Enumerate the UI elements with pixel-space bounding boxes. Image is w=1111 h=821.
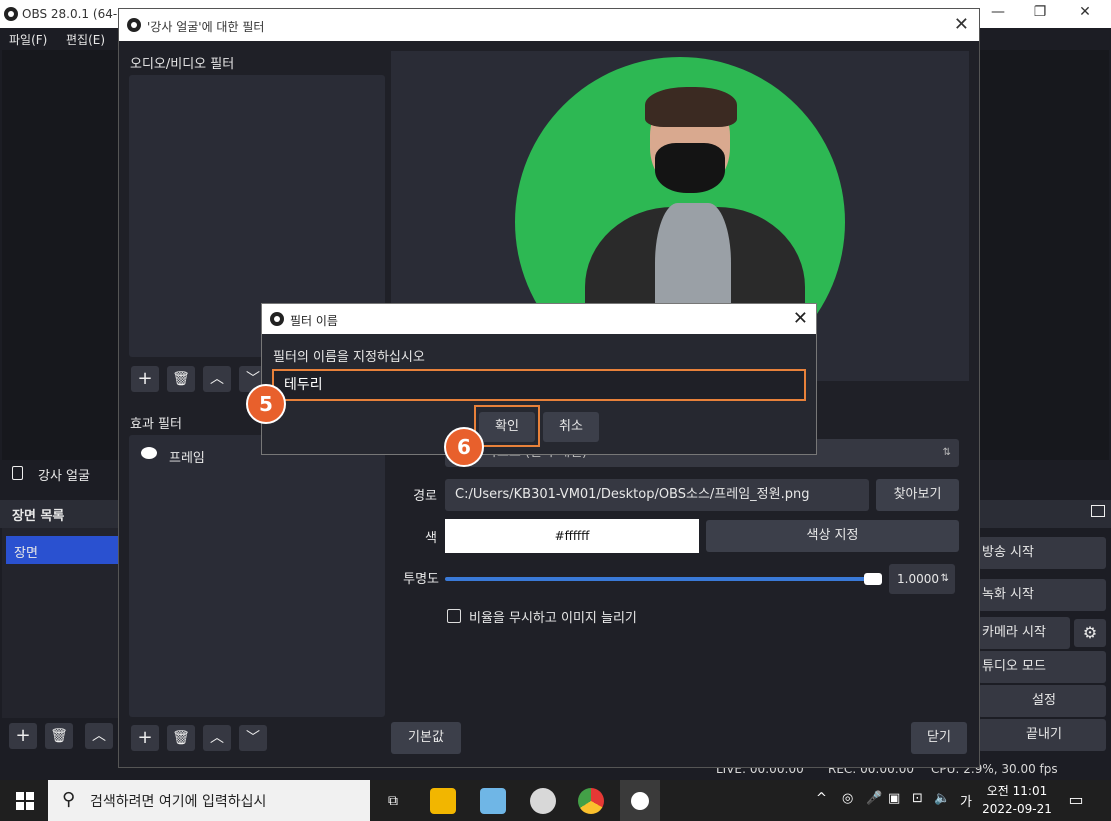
app-icon[interactable] xyxy=(480,788,506,814)
filters-window-title: '강사 얼굴'에 대한 필터 xyxy=(147,20,265,34)
meet-icon[interactable]: ◎ xyxy=(842,791,853,806)
add-filter-button[interactable]: + xyxy=(131,366,159,392)
trash-icon[interactable]: 🗑 xyxy=(45,723,73,749)
close-icon[interactable]: ✕ xyxy=(793,308,808,329)
microphone-icon[interactable]: 🎤 xyxy=(866,791,882,806)
scene-item-label: 장면 xyxy=(14,546,38,561)
filter-name-dialog: 필터 이름 ✕ 필터의 이름을 지정하십시오 테두리 확인 취소 xyxy=(261,303,817,455)
close-button[interactable]: 닫기 xyxy=(911,722,967,754)
cancel-button[interactable]: 취소 xyxy=(543,412,599,442)
scene-list-header: 장면 목록 xyxy=(0,500,118,528)
chevron-up-icon[interactable]: ︿ xyxy=(203,725,231,751)
effect-filters-label: 효과 필터 xyxy=(130,417,182,432)
name-prompt: 필터의 이름을 지정하십시오 xyxy=(273,350,425,365)
start-virtual-camera-button[interactable]: 카메라 시작 xyxy=(978,617,1070,649)
taskbar-search[interactable]: ⚲ 검색하려면 여기에 입력하십시 xyxy=(48,780,370,821)
person-mask xyxy=(655,143,725,193)
taskbar: ⚲ 검색하려면 여기에 입력하십시 ⧉ ^ ◎ 🎤 ▣ ⊡ 🔈 가 오전 11:… xyxy=(0,780,1111,821)
eye-icon[interactable] xyxy=(141,447,157,459)
scene-header-label: 장면 목록 xyxy=(12,509,65,524)
add-scene-button[interactable]: + xyxy=(9,723,37,749)
menu-file[interactable]: 파일(F) xyxy=(9,31,47,48)
chrome-icon[interactable] xyxy=(578,788,604,814)
audio-video-filters-label: 오디오/비디오 필터 xyxy=(130,57,235,72)
close-icon[interactable]: ✕ xyxy=(1065,4,1105,24)
effect-filter-list: 프레임 xyxy=(129,435,385,717)
chevron-up-icon[interactable]: ^ xyxy=(816,791,827,806)
opacity-slider-handle[interactable] xyxy=(864,573,882,585)
minimize-icon[interactable]: — xyxy=(978,4,1018,24)
start-recording-button[interactable]: 녹화 시작 xyxy=(978,579,1106,611)
step-badge-6: 6 xyxy=(444,427,484,467)
browse-button[interactable]: 찾아보기 xyxy=(876,479,959,511)
person-hair xyxy=(645,87,737,127)
color-swatch: #ffffff xyxy=(445,519,699,553)
obs-taskbar-icon[interactable] xyxy=(620,780,660,821)
opacity-spinbox[interactable]: 1.0000 ⇅ xyxy=(889,564,955,594)
trash-icon[interactable]: 🗑 xyxy=(167,366,195,392)
opacity-value: 1.0000 xyxy=(897,572,939,586)
network-icon[interactable]: ⊡ xyxy=(912,791,923,806)
chevron-updown-icon: ⇅ xyxy=(942,447,951,458)
clock[interactable]: 오전 11:01 2022-09-21 xyxy=(982,782,1052,818)
filter-name-input[interactable]: 테두리 xyxy=(272,369,806,401)
obs-logo-icon xyxy=(631,792,649,810)
chevron-updown-icon[interactable]: ⇅ xyxy=(941,564,949,594)
step-badge-5: 5 xyxy=(246,384,286,424)
obs-logo-icon xyxy=(4,7,18,21)
start-streaming-button[interactable]: 방송 시작 xyxy=(978,537,1106,569)
notification-icon[interactable]: ▭ xyxy=(1066,790,1086,810)
name-dialog-titlebar: 필터 이름 ✕ xyxy=(262,304,816,334)
pick-color-button[interactable]: 색상 지정 xyxy=(706,520,959,552)
settings-button[interactable]: 설정 xyxy=(978,685,1106,717)
image-source-icon xyxy=(12,466,23,480)
search-icon: ⚲ xyxy=(62,789,76,810)
stretch-label: 비율을 무시하고 이미지 늘리기 xyxy=(469,611,637,626)
path-field[interactable]: C:/Users/KB301-VM01/Desktop/OBS소스/프레임_정원… xyxy=(445,479,869,511)
ok-button[interactable]: 확인 xyxy=(479,412,535,442)
close-icon[interactable]: ✕ xyxy=(954,14,969,35)
chevron-down-icon[interactable]: ﹀ xyxy=(239,725,267,751)
source-item[interactable]: 강사 얼굴 xyxy=(0,460,118,490)
name-dialog-title: 필터 이름 xyxy=(290,314,338,328)
source-item-label: 강사 얼굴 xyxy=(38,469,90,484)
filters-titlebar: '강사 얼굴'에 대한 필터 ✕ xyxy=(119,9,979,41)
color-label: 색 xyxy=(425,531,437,546)
obs-logo-icon xyxy=(270,312,284,326)
windows-start-icon[interactable] xyxy=(16,792,34,810)
search-placeholder: 검색하려면 여기에 입력하십시 xyxy=(90,794,267,810)
speaker-icon[interactable]: 🔈 xyxy=(934,791,950,806)
add-filter-button[interactable]: + xyxy=(131,725,159,751)
effect-filter-label: 프레임 xyxy=(169,451,205,466)
controls-header xyxy=(980,500,1111,528)
opacity-label: 투명도 xyxy=(403,572,439,587)
chevron-up-icon[interactable]: ︿ xyxy=(203,366,231,392)
exit-button[interactable]: 끝내기 xyxy=(978,719,1106,751)
clock-date: 2022-09-21 xyxy=(982,802,1052,816)
gear-icon[interactable]: ⚙ xyxy=(1074,619,1106,647)
maximize-icon[interactable]: ❐ xyxy=(1020,4,1060,24)
network-icon[interactable]: ▣ xyxy=(888,791,900,806)
file-explorer-icon[interactable] xyxy=(430,788,456,814)
scene-item[interactable]: 장면 xyxy=(6,536,118,564)
defaults-button[interactable]: 기본값 xyxy=(391,722,461,754)
obs-app-title: OBS 28.0.1 (64-b xyxy=(22,7,125,21)
app-icon[interactable] xyxy=(530,788,556,814)
studio-mode-button[interactable]: 튜디오 모드 xyxy=(978,651,1106,683)
path-label: 경로 xyxy=(413,489,437,504)
trash-icon[interactable]: 🗑 xyxy=(167,725,195,751)
chevron-up-icon[interactable]: ︿ xyxy=(85,723,113,749)
obs-logo-icon xyxy=(127,18,141,32)
opacity-slider[interactable] xyxy=(445,577,881,581)
dock-icon[interactable] xyxy=(1091,505,1105,517)
stretch-checkbox[interactable] xyxy=(447,609,461,623)
task-view-icon[interactable]: ⧉ xyxy=(380,788,406,814)
menu-edit[interactable]: 편집(E) xyxy=(66,31,105,48)
clock-time: 오전 11:01 xyxy=(986,784,1048,798)
input-language[interactable]: 가 xyxy=(960,791,972,810)
